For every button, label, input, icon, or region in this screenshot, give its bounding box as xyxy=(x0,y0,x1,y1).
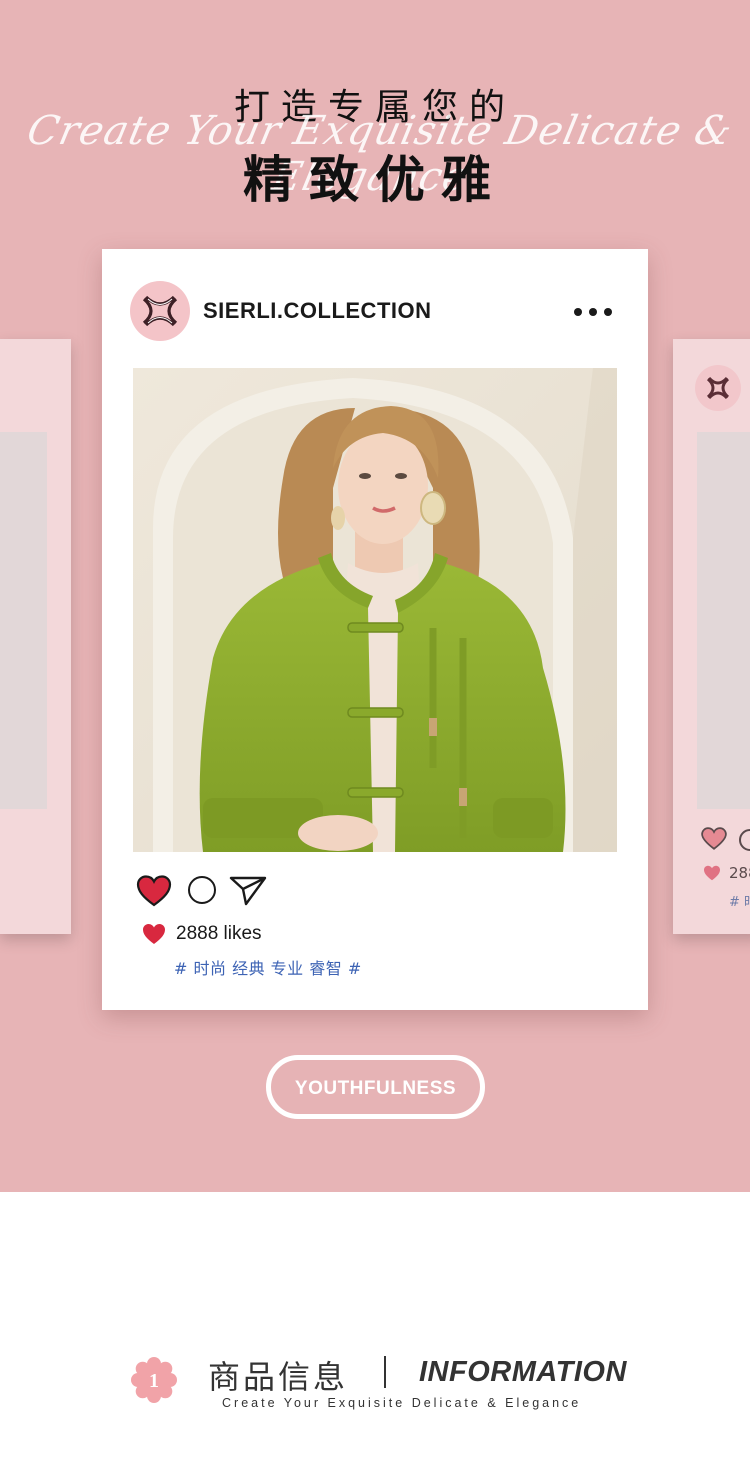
ghost-card-right: 288 # 时 xyxy=(673,339,750,934)
post-card: SIERLI.COLLECTION 2888 likes # 时尚 经典 专业 … xyxy=(102,249,648,1010)
pill-label: YOUTHFULNESS xyxy=(294,1078,457,1099)
ghost-photo xyxy=(697,432,750,809)
send-icon[interactable] xyxy=(228,875,268,907)
ghost-photo xyxy=(0,432,47,809)
account-name[interactable]: SIERLI.COLLECTION xyxy=(203,298,432,324)
avatar[interactable] xyxy=(130,281,190,341)
hashtags[interactable]: # 时尚 经典 专业 睿智 # xyxy=(174,955,362,979)
product-photo xyxy=(133,368,617,852)
divider xyxy=(384,1356,386,1388)
heart-icon xyxy=(143,924,165,944)
youthfulness-button[interactable]: YOUTHFULNESS xyxy=(266,1055,485,1119)
info-subtitle: Create Your Exquisite Delicate & Eleganc… xyxy=(222,1396,582,1410)
info-title-cn: 商品信息 xyxy=(208,1358,349,1396)
info-title-en: INFORMATION xyxy=(419,1356,627,1388)
hero-section: 打造专属您的 Create Your Exquisite Delicate & … xyxy=(0,0,750,1192)
likes-count[interactable]: 2888 likes xyxy=(176,923,262,945)
ellipsis-icon[interactable] xyxy=(572,301,616,321)
heart-icon xyxy=(701,827,727,850)
ghost-avatar xyxy=(695,365,741,411)
brand-logo-icon xyxy=(142,295,178,327)
flower-badge-icon: 1 xyxy=(131,1357,177,1403)
comment-icon xyxy=(739,829,750,851)
comment-icon[interactable] xyxy=(188,876,216,904)
heart-icon[interactable] xyxy=(136,874,172,908)
ghost-hashtags: # 时 xyxy=(729,895,750,910)
action-row xyxy=(136,874,296,910)
ghost-likes-text: 288 xyxy=(729,864,750,882)
headline-main: 精致优雅 xyxy=(243,151,507,209)
ghost-card-left xyxy=(0,339,71,934)
heart-icon xyxy=(704,865,720,881)
badge-number: 1 xyxy=(149,1370,159,1392)
